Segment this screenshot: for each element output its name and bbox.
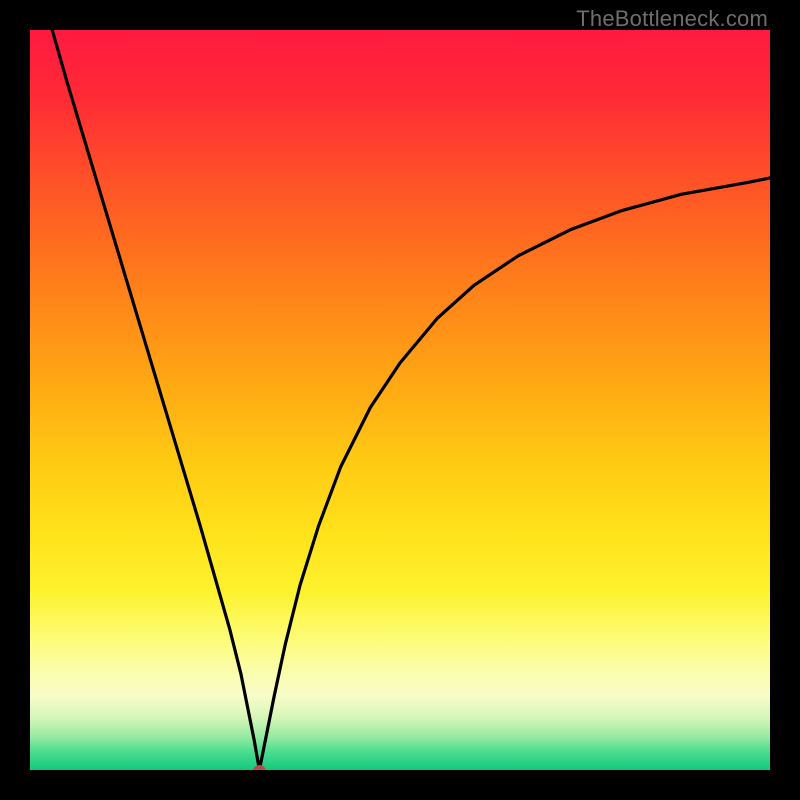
- bottleneck-curve: [30, 30, 770, 770]
- curve-left-branch: [52, 30, 259, 770]
- minimum-marker: [253, 765, 265, 770]
- chart-frame: TheBottleneck.com: [0, 0, 800, 800]
- watermark-text: TheBottleneck.com: [576, 6, 768, 32]
- curve-right-branch: [259, 178, 770, 770]
- plot-area: [30, 30, 770, 770]
